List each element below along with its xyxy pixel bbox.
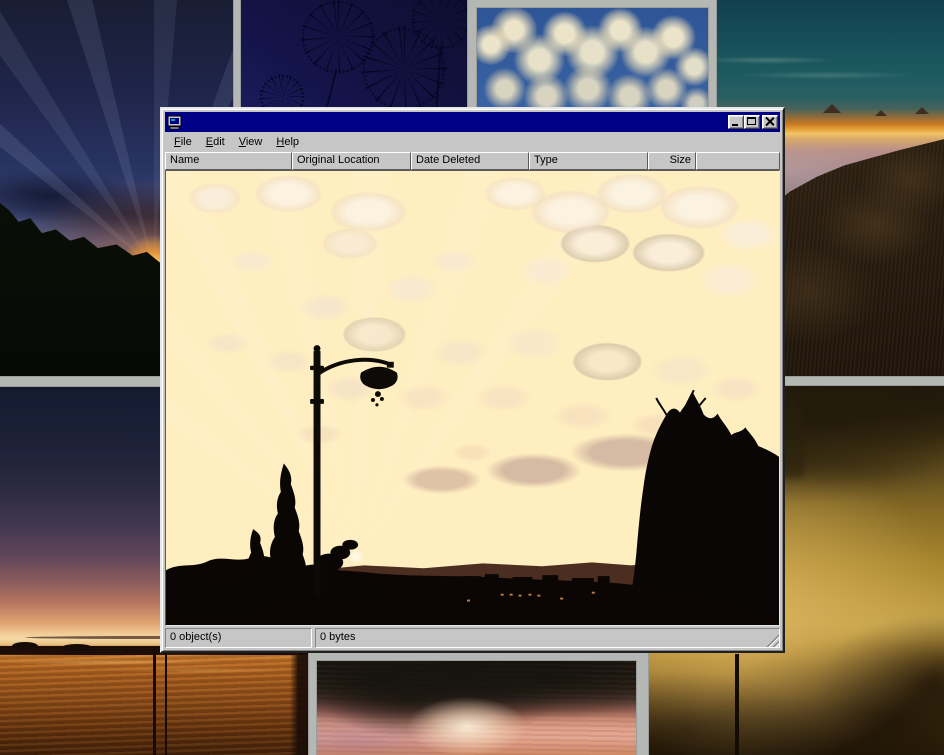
- pole-silhouette: [735, 654, 739, 755]
- column-header-date-deleted[interactable]: Date Deleted: [411, 152, 529, 170]
- pole-silhouette: [165, 650, 167, 755]
- column-header-filler: [696, 152, 780, 170]
- menu-help[interactable]: Help: [271, 134, 305, 150]
- column-header-name[interactable]: Name: [165, 152, 292, 170]
- close-icon: [765, 117, 774, 126]
- sunset-photo-silhouettes: [166, 171, 779, 625]
- maximize-button[interactable]: [744, 115, 760, 129]
- wallpaper-tile-water-reflection: [317, 661, 636, 755]
- tree-trunk-silhouette: [290, 641, 308, 755]
- menu-bar: File Edit View Help: [165, 132, 780, 152]
- menu-edit[interactable]: Edit: [201, 134, 231, 150]
- column-header-type[interactable]: Type: [529, 152, 648, 170]
- tree-clump: [62, 644, 92, 651]
- minimize-button[interactable]: [728, 115, 744, 129]
- column-header-size[interactable]: Size: [648, 152, 696, 170]
- status-bytes: 0 bytes: [315, 628, 780, 648]
- menu-view[interactable]: View: [234, 134, 269, 150]
- maximize-icon: [747, 117, 756, 125]
- file-list-area[interactable]: [165, 170, 780, 626]
- mountain-peak: [875, 110, 887, 116]
- window-icon: [167, 115, 183, 130]
- menu-file[interactable]: File: [169, 134, 198, 150]
- mountain-peak: [915, 107, 929, 114]
- list-header-row: Name Original Location Date Deleted Type…: [165, 152, 780, 170]
- pole-silhouette: [153, 646, 156, 755]
- mountain-peak: [823, 104, 841, 113]
- desktop: File Edit View Help Name Original Locati…: [0, 0, 944, 755]
- window-titlebar[interactable]: [165, 112, 780, 132]
- column-header-original-location[interactable]: Original Location: [292, 152, 411, 170]
- recycle-bin-window: File Edit View Help Name Original Locati…: [160, 107, 785, 653]
- minimize-icon: [732, 124, 738, 126]
- status-bar: 0 object(s) 0 bytes: [165, 628, 780, 648]
- close-button[interactable]: [762, 115, 778, 129]
- status-objects: 0 object(s): [165, 628, 312, 648]
